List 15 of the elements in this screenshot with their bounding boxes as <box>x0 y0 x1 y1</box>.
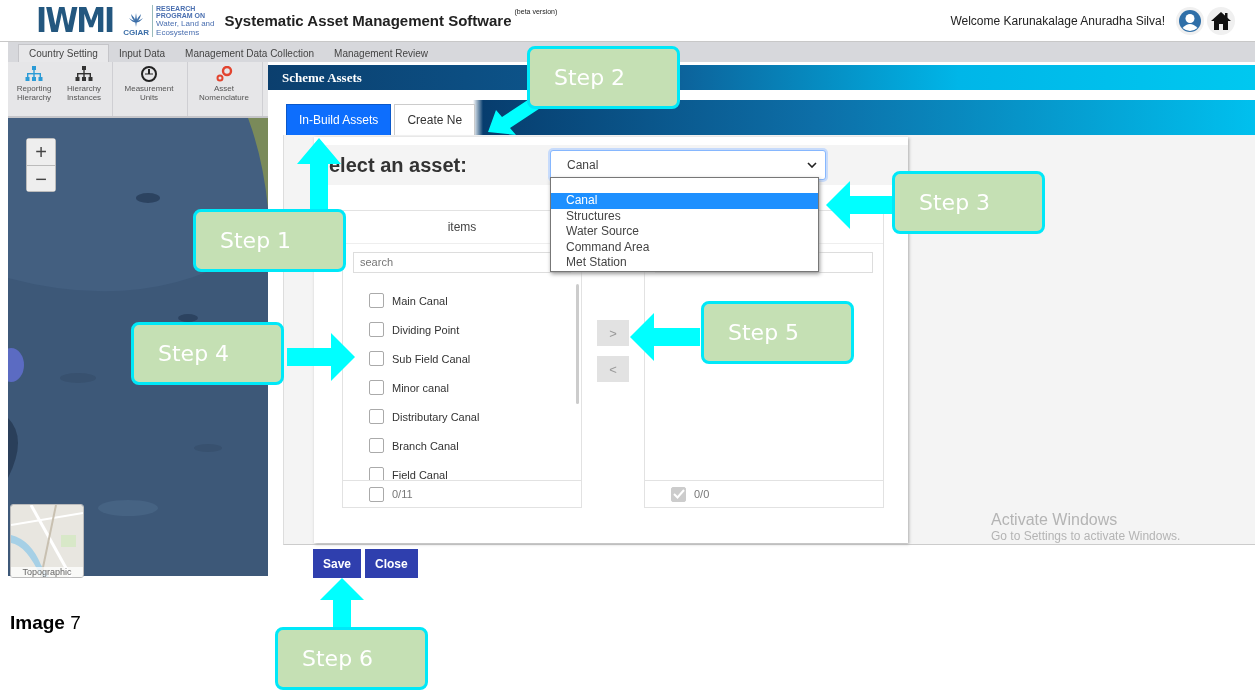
app-title: Systematic Asset Management Software <box>224 12 512 29</box>
partner-text: Ecosystems <box>156 27 201 37</box>
figure-caption: Image 7 <box>10 612 82 634</box>
partner-text: Water, Land and <box>156 18 215 28</box>
item-count: 0/11 <box>392 488 413 500</box>
welcome-text: Welcome Karunakalage Anuradha Silva! <box>950 13 1165 28</box>
step-callout: Step 6 <box>275 627 428 690</box>
partner-name: CGIAR <box>123 27 150 37</box>
step-callout: Step 5 <box>701 301 854 364</box>
item-count: 0/0 <box>694 488 710 500</box>
logo-text: IWMI <box>36 1 114 40</box>
activation-text: Go to Settings to activate Windows. <box>991 529 1181 543</box>
activation-title: Activate Windows <box>991 511 1119 529</box>
step-callout: Step 3 <box>892 171 1045 234</box>
step-callout: Step 2 <box>527 46 680 109</box>
